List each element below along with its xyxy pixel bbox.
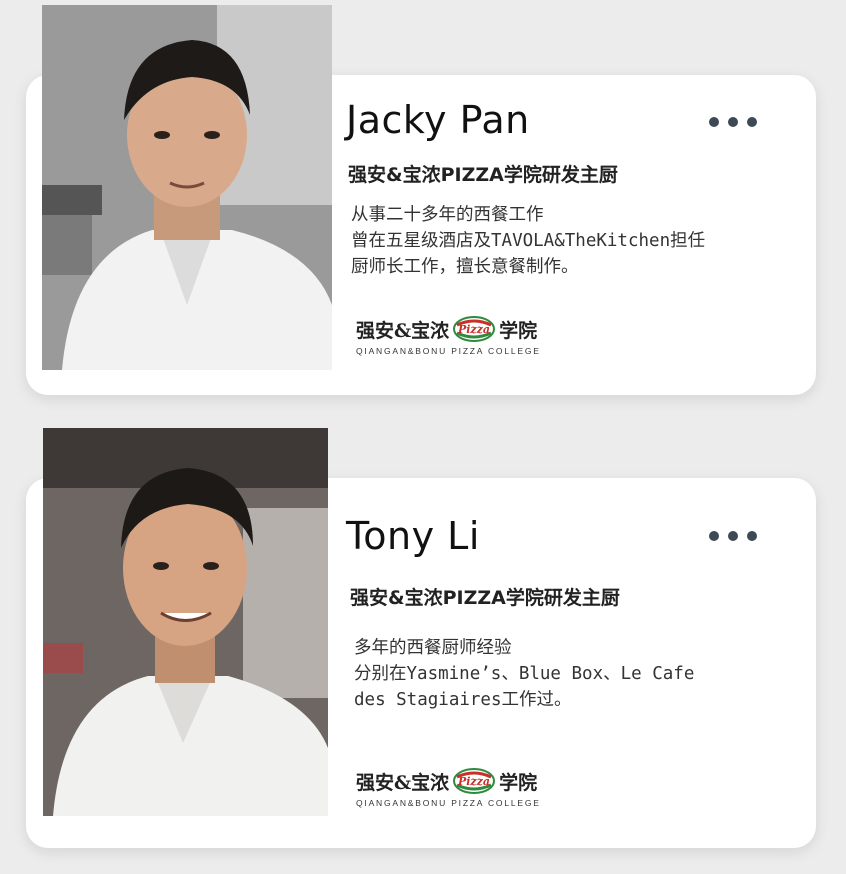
logo-cn-right: 学院 <box>499 319 538 342</box>
logo-en: QIANGAN&BONU PIZZA COLLEGE <box>356 346 541 356</box>
logo-cn-left: 强安&宝浓 <box>356 319 450 342</box>
chef-photo-tony <box>43 428 328 816</box>
pizza-badge-icon: Pizza <box>451 767 497 795</box>
chef-portrait-image <box>42 5 332 370</box>
chef-portrait-image <box>43 428 328 816</box>
more-dots-icon[interactable] <box>709 531 757 541</box>
description-line: 多年的西餐厨师经验 <box>354 638 512 658</box>
description-line: 分别在Yasmine’s、Blue Box、Le Cafe <box>354 664 695 684</box>
chef-title: 强安&宝浓PIZZA学院研发主厨 <box>350 587 620 609</box>
description-line: 从事二十多年的西餐工作 <box>351 205 544 225</box>
logo-cn-left: 强安&宝浓 <box>356 771 450 794</box>
chef-description: 多年的西餐厨师经验 分别在Yasmine’s、Blue Box、Le Cafe … <box>354 635 694 713</box>
description-line: des Stagiaires工作过。 <box>354 690 572 710</box>
chef-title: 强安&宝浓PIZZA学院研发主厨 <box>348 164 618 186</box>
chef-description: 从事二十多年的西餐工作 曾在五星级酒店及TAVOLA&TheKitchen担任 … <box>351 202 705 280</box>
chef-photo-jacky <box>42 5 332 370</box>
college-logo: 强安&宝浓 Pizza 学院 QIANGAN&BONU PIZZA COLLEG… <box>356 315 541 356</box>
chef-name: Tony Li <box>346 514 480 558</box>
more-dots-icon[interactable] <box>709 117 757 127</box>
description-line: 曾在五星级酒店及TAVOLA&TheKitchen担任 <box>351 231 706 251</box>
badge-text: Pizza <box>457 775 490 788</box>
college-logo: 强安&宝浓 Pizza 学院 QIANGAN&BONU PIZZA COLLEG… <box>356 767 541 808</box>
description-line: 厨师长工作，擅长意餐制作。 <box>351 257 579 277</box>
chef-name: Jacky Pan <box>346 98 530 142</box>
pizza-badge-icon: Pizza <box>451 315 497 343</box>
badge-text: Pizza <box>457 323 490 336</box>
logo-en: QIANGAN&BONU PIZZA COLLEGE <box>356 798 541 808</box>
logo-cn-right: 学院 <box>499 771 538 794</box>
